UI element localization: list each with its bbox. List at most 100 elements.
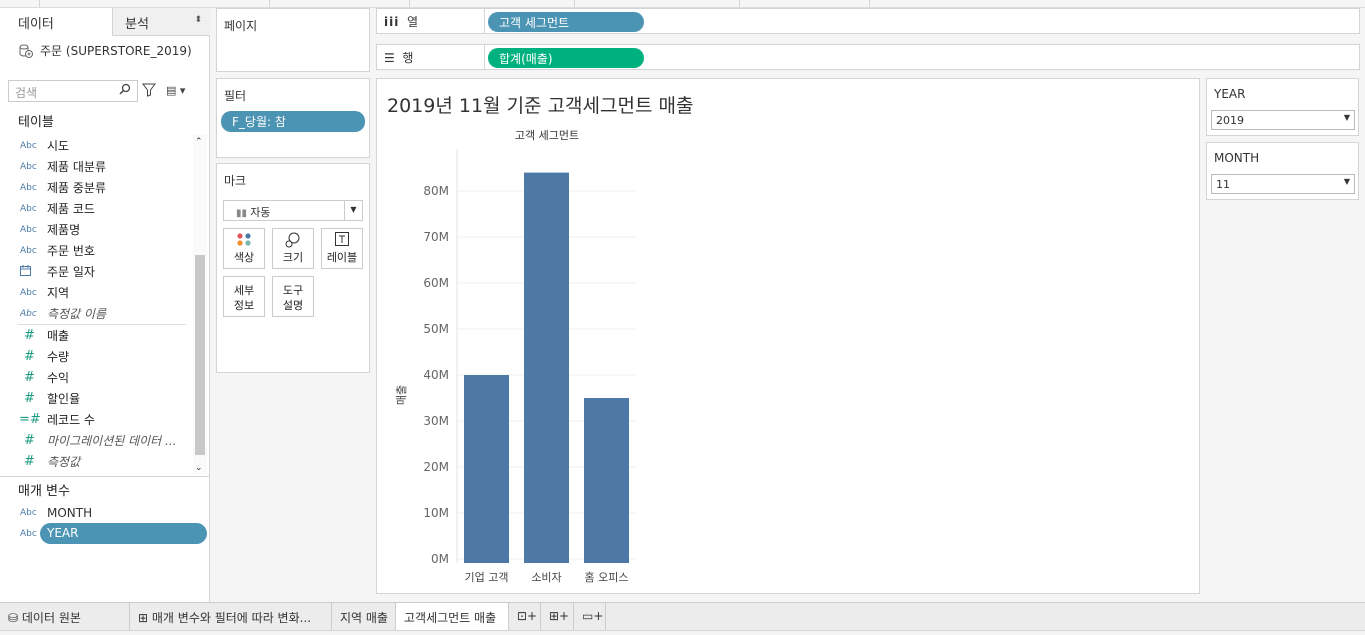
bar-chart-icon: ▮▮: [236, 208, 251, 219]
search-placeholder: 검색: [15, 86, 38, 100]
number-type-icon: #: [24, 433, 35, 448]
year-dropdown[interactable]: 2019 ▼: [1211, 110, 1355, 130]
bar: [584, 398, 629, 563]
label-button[interactable]: 레이블: [321, 228, 363, 269]
tab-analysis[interactable]: 분석 ⬍: [112, 8, 210, 36]
tooltip-button[interactable]: 도구 설명: [272, 276, 314, 317]
rows-label-text: 행: [402, 51, 414, 65]
field-item[interactable]: Abc 측정값 이름: [0, 303, 192, 324]
new-worksheet-icon[interactable]: ⊡+: [509, 603, 541, 631]
new-story-icon[interactable]: ▭+: [574, 603, 606, 631]
field-item[interactable]: Abc 제품 중분류: [0, 177, 192, 198]
tab-data-source[interactable]: ⛁ 데이터 원본: [0, 603, 130, 631]
filter-pill[interactable]: F_당월: 참: [221, 111, 365, 132]
columns-pill[interactable]: 고객 세그먼트: [488, 12, 644, 32]
columns-shelf[interactable]: iii 열 고객 세그먼트: [376, 8, 1360, 34]
field-item[interactable]: Abc 제품 대분류: [0, 156, 192, 177]
datasource-item[interactable]: 주문 (SUPERSTORE_2019): [18, 42, 192, 59]
rows-shelf[interactable]: ☰ 행 합계(매출): [376, 44, 1360, 70]
field-name: 수익: [47, 371, 70, 385]
columns-icon: iii: [384, 15, 400, 29]
view-list-icon[interactable]: ▤ ▾: [166, 84, 185, 97]
color-button[interactable]: 색상: [223, 228, 265, 269]
string-type-icon: Abc: [20, 140, 37, 151]
field-name: 지역: [47, 286, 70, 300]
field-name: 주문 일자: [47, 265, 95, 279]
color-label: 색상: [233, 251, 255, 264]
field-item[interactable]: # 수익: [0, 367, 192, 388]
string-type-icon: Abc: [20, 507, 37, 518]
parameter-item[interactable]: Abc MONTH: [0, 502, 209, 523]
field-item[interactable]: # 측정값: [0, 451, 192, 472]
y-tick-label: 60M: [423, 276, 449, 290]
field-item[interactable]: # 마이그레이션된 데이터 ...: [0, 430, 192, 451]
bar-chart[interactable]: 고객 세그먼트 0M 10M 20M 30M 40M 50M 60M 70M 80M 매출기업 고객…: [377, 123, 677, 593]
pages-label: 페이지: [224, 19, 258, 33]
detail-button[interactable]: 세부 정보: [223, 276, 265, 317]
month-dropdown[interactable]: 11 ▼: [1211, 174, 1355, 194]
worksheet-title: 2019년 11월 기준 고객세그먼트 매출: [387, 95, 694, 117]
string-type-icon: Abc: [20, 182, 37, 193]
size-label: 크기: [282, 251, 304, 264]
data-pane: 데이터 분석 ⬍ 주문 (SUPERSTORE_2019) 검색 ▤ ▾ 테이블 …: [0, 8, 210, 602]
rows-shelf-label: ☰ 행: [377, 45, 485, 69]
parameter-name: YEAR: [40, 523, 207, 544]
month-value: 11: [1216, 178, 1230, 191]
field-item[interactable]: # 수량: [0, 346, 192, 367]
datasource-icon: [18, 43, 34, 59]
label-label: 레이블: [326, 251, 358, 264]
tab-dashboard[interactable]: ⊞ 매개 변수와 필터에 따라 변화...: [130, 603, 332, 631]
y-tick-label: 40M: [423, 368, 449, 382]
y-tick-label: 70M: [423, 230, 449, 244]
tab-data[interactable]: 데이터: [0, 8, 112, 36]
columns-shelf-label: iii 열: [377, 9, 485, 33]
field-name: 제품명: [47, 223, 81, 237]
parameter-item-selected[interactable]: Abc YEAR: [0, 523, 209, 544]
tab-region-sales[interactable]: 지역 매출: [332, 603, 396, 631]
field-item[interactable]: Abc 제품명: [0, 219, 192, 240]
year-label: YEAR: [1214, 87, 1246, 101]
field-list: Abc 시도 Abc 제품 대분류 Abc 제품 중분류 Abc 제품 코드 Abc 제품…: [0, 135, 192, 472]
filters-label: 필터: [224, 89, 247, 103]
field-item[interactable]: # 매출: [0, 325, 192, 346]
number-type-icon: #: [24, 454, 35, 469]
number-type-icon: #: [24, 370, 35, 385]
field-item[interactable]: Abc 주문 번호: [0, 240, 192, 261]
field-item[interactable]: Abc 시도: [0, 135, 192, 156]
x-tick-label: 홈 오피스: [585, 570, 629, 584]
text-label-icon: [322, 229, 362, 249]
field-item[interactable]: =# 레코드 수: [0, 409, 192, 430]
size-button[interactable]: 크기: [272, 228, 314, 269]
mark-type-dropdown[interactable]: ▮▮ 자동 ▼: [223, 200, 363, 221]
filter-icon[interactable]: [142, 83, 156, 97]
pages-card[interactable]: 페이지: [216, 8, 370, 72]
field-name: 수량: [47, 350, 70, 364]
year-parameter-card: YEAR 2019 ▼: [1206, 78, 1359, 136]
worksheet-view[interactable]: 2019년 11월 기준 고객세그먼트 매출 고객 세그먼트 0M 10M 20M 30…: [376, 78, 1200, 594]
month-label: MONTH: [1214, 151, 1260, 165]
chevron-down-icon: ▼: [344, 201, 362, 220]
rows-pill[interactable]: 합계(매출): [488, 48, 644, 68]
field-list-scrollbar[interactable]: ⌃ ⌄: [193, 135, 207, 475]
field-item[interactable]: # 할인율: [0, 388, 192, 409]
field-item[interactable]: Abc 지역: [0, 282, 192, 303]
filters-card[interactable]: 필터 F_당월: 참: [216, 78, 370, 158]
field-item[interactable]: 주문 일자: [0, 261, 192, 282]
year-value: 2019: [1216, 114, 1244, 127]
tab-segment-sales[interactable]: 고객세그먼트 매출: [396, 603, 509, 632]
chevron-up-icon[interactable]: ⌃: [195, 137, 203, 147]
search-input[interactable]: 검색: [8, 80, 138, 102]
chevron-down-icon[interactable]: ⌄: [195, 463, 203, 473]
rows-icon: ☰: [384, 51, 395, 65]
tables-header: 테이블: [18, 115, 54, 130]
scrollbar-thumb[interactable]: [195, 255, 205, 455]
y-tick-label: 20M: [423, 460, 449, 474]
field-item[interactable]: Abc 제품 코드: [0, 198, 192, 219]
field-name: 할인율: [47, 392, 81, 406]
bar: [464, 375, 509, 563]
field-name: 제품 대분류: [47, 160, 107, 174]
new-dashboard-icon[interactable]: ⊞+: [541, 603, 574, 631]
chevron-down-icon: ▼: [1343, 177, 1350, 186]
sheet-tab-bar: ⛁ 데이터 원본 ⊞ 매개 변수와 필터에 따라 변화... 지역 매출 고객세…: [0, 602, 1365, 632]
string-type-icon: Abc: [20, 161, 37, 172]
